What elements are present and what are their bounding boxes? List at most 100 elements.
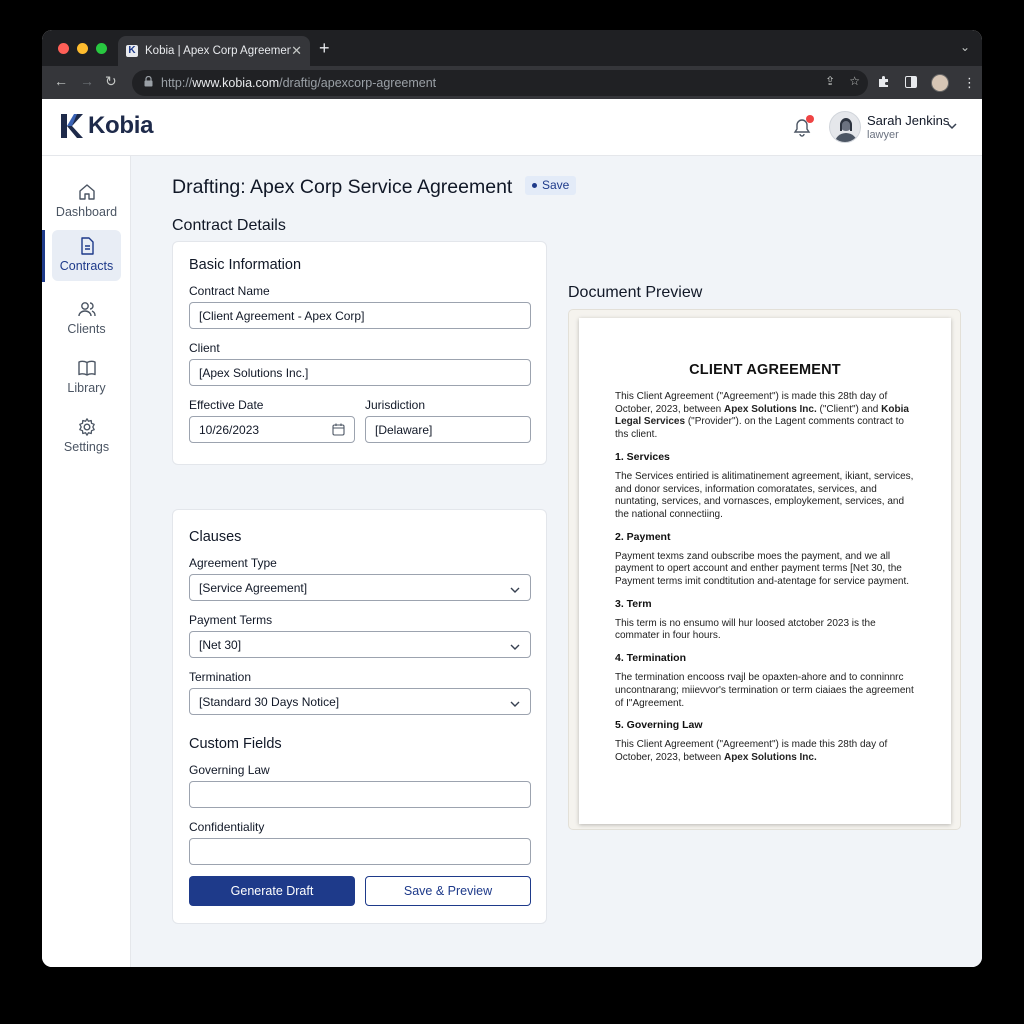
agreement-type-select[interactable]: [Service Agreement]: [189, 574, 531, 601]
basic-information-card: Basic Information Contract Name [Client …: [172, 241, 547, 465]
forward-arrow-icon[interactable]: →: [80, 73, 94, 89]
card-title: Basic Information: [189, 257, 302, 273]
document-title: CLIENT AGREEMENT: [689, 362, 841, 378]
side-panel-icon[interactable]: [905, 75, 917, 91]
sidebar-item-clients[interactable]: Clients: [52, 293, 121, 343]
user-name[interactable]: Sarah Jenkins: [867, 113, 949, 128]
sidebar: Dashboard Contracts Clients Library Sett…: [42, 156, 131, 967]
brand-name: Kobia: [88, 112, 154, 139]
sidebar-item-contracts[interactable]: Contracts: [52, 230, 121, 281]
document-preview-title: Document Preview: [568, 284, 703, 301]
document-paragraph-term: This term is no ensumo will hur loosed a…: [615, 617, 876, 642]
user-menu-chevron-icon[interactable]: [947, 121, 957, 133]
tab-search-chevron-icon[interactable]: ⌄: [960, 40, 970, 54]
gear-icon: [78, 418, 95, 436]
jurisdiction-input[interactable]: [Delaware]: [365, 416, 531, 443]
tab-title: Kobia | Apex Corp Agreement: [145, 45, 292, 57]
clauses-card: Clauses Agreement Type [Service Agreemen…: [172, 509, 547, 924]
document-paragraph-termination: The termination encooss rvajl be opaxten…: [615, 672, 914, 709]
maximize-window-button[interactable]: [96, 43, 107, 54]
effective-date-input[interactable]: 10/26/2023: [189, 416, 355, 443]
browser-tab-bar: K Kobia | Apex Corp Agreement ✕ + ⌄: [42, 30, 982, 66]
share-icon[interactable]: ⇪: [825, 74, 835, 88]
sidebar-item-label: Clients: [67, 322, 106, 336]
document-heading-payment: 2. Payment: [615, 530, 671, 543]
document-icon: [80, 237, 94, 255]
document-paragraph-payment: Payment texms zand oubscribe moes the pa…: [615, 550, 910, 588]
kobia-favicon-icon: K: [126, 45, 138, 57]
notifications-bell-icon[interactable]: [792, 115, 814, 138]
section-title: Contract Details: [172, 217, 286, 234]
kobia-logo-icon: [61, 114, 83, 138]
chevron-down-icon: [510, 640, 520, 654]
agreement-type-label: Agreement Type: [189, 556, 277, 570]
user-avatar[interactable]: [829, 111, 861, 143]
document-paragraph-governing-law: This Client Agreement ("Agreement") is m…: [615, 739, 888, 763]
window-controls: [58, 43, 107, 54]
contract-name-input[interactable]: [Client Agreement - Apex Corp]: [189, 302, 531, 329]
calendar-icon[interactable]: [332, 423, 345, 439]
address-bar-row: ← → ↻ http://www.kobia.com/draftig/apexc…: [42, 66, 982, 99]
reload-icon[interactable]: ↻: [105, 73, 117, 90]
new-tab-icon[interactable]: +: [319, 38, 330, 59]
save-status-badge[interactable]: Save: [525, 176, 577, 195]
payment-terms-select[interactable]: [Net 30]: [189, 631, 531, 658]
contract-name-label: Contract Name: [189, 284, 270, 298]
card-title: Clauses: [189, 529, 242, 545]
minimize-window-button[interactable]: [77, 43, 88, 54]
governing-law-input[interactable]: [189, 781, 531, 808]
sidebar-item-label: Library: [67, 381, 106, 395]
sidebar-item-settings[interactable]: Settings: [52, 411, 121, 461]
browser-menu-icon[interactable]: ⋮: [963, 75, 976, 91]
document-intro: This Client Agreement ("Agreement") is m…: [615, 391, 909, 441]
bookmark-star-icon[interactable]: ☆: [849, 74, 860, 88]
document-heading-term: 3. Term: [615, 597, 652, 610]
document-heading-governing-law: 5. Governing Law: [615, 719, 703, 732]
client-input[interactable]: [Apex Solutions Inc.]: [189, 359, 531, 386]
effective-date-label: Effective Date: [189, 398, 264, 412]
payment-terms-label: Payment Terms: [189, 613, 273, 627]
sidebar-item-library[interactable]: Library: [52, 352, 121, 402]
page-title: Drafting: Apex Corp Service Agreement: [172, 176, 513, 198]
sidebar-item-dashboard[interactable]: Dashboard: [52, 176, 121, 226]
close-tab-icon[interactable]: ✕: [291, 43, 302, 59]
client-label: Client: [189, 341, 220, 355]
confidentiality-label: Confidentiality: [189, 820, 265, 834]
book-icon: [77, 360, 96, 376]
brand-logo[interactable]: Kobia: [60, 112, 153, 140]
status-dot-icon: [532, 183, 537, 189]
site-info-icon[interactable]: [144, 75, 153, 90]
termination-select[interactable]: [Standard 30 Days Notice]: [189, 688, 531, 715]
save-preview-button[interactable]: Save & Preview: [365, 876, 531, 906]
generate-draft-button[interactable]: Generate Draft: [189, 876, 355, 906]
back-arrow-icon[interactable]: ←: [54, 73, 68, 89]
close-window-button[interactable]: [58, 43, 69, 54]
custom-fields-title: Custom Fields: [189, 736, 282, 752]
browser-tab[interactable]: K Kobia | Apex Corp Agreement ✕: [118, 36, 310, 66]
url-path: /draftig/apexcorp-agreement: [279, 76, 437, 90]
confidentiality-input[interactable]: [189, 838, 531, 865]
document-heading-services: 1. Services: [615, 450, 670, 463]
user-role: lawyer: [867, 129, 899, 141]
document-heading-termination: 4. Termination: [615, 652, 686, 665]
document-preview-panel[interactable]: CLIENT AGREEMENT This Client Agreement (…: [568, 309, 961, 830]
browser-profile-avatar[interactable]: [931, 74, 949, 92]
users-icon: [77, 302, 96, 317]
browser-window: K Kobia | Apex Corp Agreement ✕ + ⌄ ← → …: [42, 30, 982, 967]
sidebar-item-label: Settings: [63, 440, 110, 454]
save-badge-label: Save: [542, 178, 570, 192]
sidebar-item-label: Dashboard: [55, 205, 118, 219]
sidebar-active-indicator: [42, 230, 45, 282]
main-content: Drafting: Apex Corp Service Agreement Sa…: [131, 156, 982, 967]
extensions-puzzle-icon[interactable]: [878, 75, 891, 91]
home-icon: [78, 184, 95, 200]
chevron-down-icon: [510, 583, 520, 597]
sidebar-item-label: Contracts: [59, 259, 114, 273]
governing-law-label: Governing Law: [189, 763, 270, 777]
document-page: CLIENT AGREEMENT This Client Agreement (…: [579, 318, 951, 824]
document-paragraph-services: The Services entiried is alitimatinement…: [615, 470, 914, 520]
chevron-down-icon: [510, 697, 520, 711]
url-field[interactable]: http://www.kobia.com/draftig/apexcorp-ag…: [132, 70, 868, 96]
notification-badge: [806, 115, 814, 123]
url-prefix: http://: [161, 76, 193, 90]
